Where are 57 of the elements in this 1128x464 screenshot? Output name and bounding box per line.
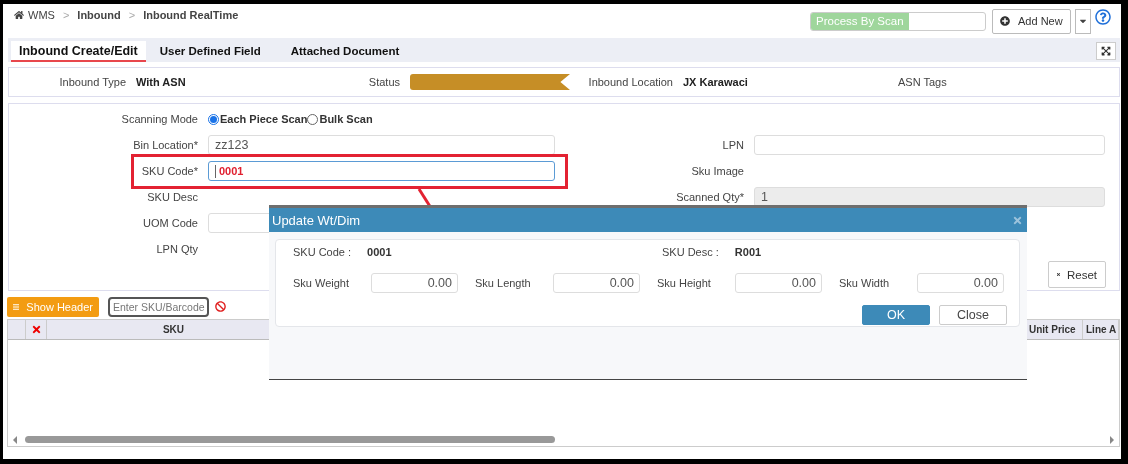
expand-button[interactable] — [1096, 42, 1116, 60]
field-label: Bin Location* — [133, 139, 198, 151]
number-field[interactable]: 0.00 — [553, 273, 640, 293]
field-label: LPN — [722, 139, 744, 151]
dialog-title: Update Wt/Dim — [272, 212, 361, 228]
text-field[interactable] — [754, 135, 1105, 155]
breadcrumb-link[interactable]: Inbound RealTime — [143, 9, 239, 21]
field-label: UOM Code — [142, 217, 198, 229]
tab[interactable]: Attached Document — [282, 41, 408, 62]
tab[interactable]: User Defined Field — [151, 41, 269, 62]
plus-icon — [1000, 16, 1010, 26]
ok-button[interactable]: OK — [862, 305, 930, 325]
field-label: LPN Qty — [156, 243, 198, 255]
expand-icon — [1101, 46, 1111, 56]
info-value: JX Karawaci — [682, 76, 748, 88]
info-label: Inbound Location — [588, 76, 673, 88]
number-field[interactable]: 0.00 — [371, 273, 458, 293]
radio-label: Each Piece Scan — [220, 113, 308, 125]
breadcrumb-link[interactable]: Inbound — [77, 9, 121, 21]
number-field[interactable]: 0.00 — [917, 273, 1004, 293]
delete-icon[interactable] — [30, 324, 42, 335]
info-value: With ASN — [135, 76, 186, 88]
info-label: SKU Code : — [293, 246, 352, 260]
menu-icon — [13, 301, 20, 312]
dropdown-button[interactable] — [1075, 8, 1091, 34]
info-label: ASN Tags — [897, 76, 948, 88]
field-label: Sku Length — [475, 277, 532, 289]
clear-icon[interactable] — [215, 301, 226, 312]
column-header: Line A — [1083, 320, 1119, 339]
info-value: 0001 — [367, 246, 392, 260]
close-button[interactable]: Close — [939, 305, 1007, 325]
text-field[interactable]: zz123 — [208, 135, 555, 155]
info-value: R001 — [734, 246, 762, 260]
field-label: SKU Desc — [147, 191, 198, 203]
breadcrumb-separator: > — [62, 9, 70, 21]
radio-label: Bulk Scan — [319, 113, 373, 125]
field-label: Sku Weight — [293, 277, 351, 289]
breadcrumb-separator: > — [128, 9, 136, 21]
field-label: Sku Image — [691, 165, 744, 177]
text-cursor — [215, 164, 216, 178]
field-label: Scanned Qty* — [676, 191, 744, 203]
search-field[interactable]: Enter SKU/Barcode — [108, 296, 209, 317]
text-field[interactable]: 0001 — [208, 161, 555, 181]
reset-button[interactable]: Reset — [1048, 261, 1106, 288]
number-field[interactable]: 0.00 — [735, 273, 822, 293]
field-label: SKU Code* — [141, 165, 198, 177]
add-new-button[interactable]: Add New — [992, 8, 1071, 34]
info-label: SKU Desc : — [662, 246, 719, 260]
field-label: Sku Width — [839, 277, 891, 289]
home-icon — [14, 10, 24, 20]
info-label: Status — [368, 76, 400, 88]
breadcrumb-link[interactable]: WMS — [28, 9, 55, 21]
info-label: Inbound Type — [59, 76, 126, 88]
help-icon[interactable] — [1095, 9, 1111, 25]
field-label: Sku Height — [657, 277, 712, 289]
tab[interactable]: Inbound Create/Edit — [11, 41, 146, 62]
field-label: Scanning Mode — [121, 113, 198, 125]
